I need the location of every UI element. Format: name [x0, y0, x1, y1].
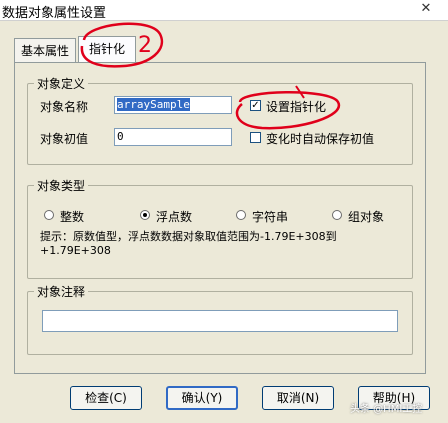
- object-comment-group: 对象注释: [27, 283, 413, 355]
- object-type-label: 对象类型: [34, 177, 89, 194]
- tab-panel: 对象定义 对象名称 arraySample 对象初值 0 ✓ 设置指针化 变化时…: [14, 62, 426, 374]
- object-init-label: 对象初值: [40, 132, 89, 146]
- watermark: 头条 @HMI工控: [350, 404, 423, 415]
- object-comment-label: 对象注释: [34, 283, 89, 300]
- confirm-button[interactable]: 确认(Y): [166, 386, 238, 410]
- dialog: 数据对象属性设置 ✕ 基本属性 指针化 对象定义 对象名称 arraySampl…: [0, 0, 448, 423]
- tab-basic-properties[interactable]: 基本属性: [14, 38, 76, 63]
- radio-float[interactable]: [140, 210, 150, 220]
- object-name-label: 对象名称: [40, 100, 89, 114]
- radio-group-object-label: 组对象: [348, 210, 385, 224]
- object-comment-field[interactable]: [42, 310, 398, 332]
- set-pointer-label: 设置指针化: [266, 100, 327, 114]
- radio-group-object[interactable]: [332, 210, 342, 220]
- auto-save-label: 变化时自动保存初值: [266, 132, 375, 146]
- object-definition-label: 对象定义: [34, 75, 89, 92]
- check-button[interactable]: 检查(C): [70, 386, 142, 410]
- object-init-field[interactable]: 0: [114, 128, 232, 146]
- title-bar: 数据对象属性设置 ✕: [0, 0, 448, 21]
- close-icon[interactable]: ✕: [404, 0, 448, 18]
- tab-pointer[interactable]: 指针化: [78, 36, 136, 63]
- object-name-field[interactable]: arraySample: [114, 96, 232, 114]
- window-title: 数据对象属性设置: [2, 6, 107, 21]
- type-hint: 提示：原数值型，浮点数数据对象取值范围为-1.79E+308到+1.79E+30…: [40, 230, 337, 257]
- radio-string-label: 字符串: [252, 210, 289, 224]
- auto-save-checkbox[interactable]: [250, 132, 261, 143]
- cancel-button[interactable]: 取消(N): [262, 386, 334, 410]
- radio-integer-label: 整数: [60, 210, 85, 224]
- object-type-group: 对象类型 整数 浮点数 字符串 组对象 提示：原数值型，浮点数数据对象取值范围为…: [27, 177, 413, 279]
- object-definition-group: 对象定义 对象名称 arraySample 对象初值 0 ✓ 设置指针化 变化时…: [27, 75, 413, 165]
- object-name-value: arraySample: [117, 98, 190, 111]
- radio-string[interactable]: [236, 210, 246, 220]
- radio-float-label: 浮点数: [156, 210, 193, 224]
- radio-integer[interactable]: [44, 210, 54, 220]
- set-pointer-checkbox[interactable]: ✓: [250, 100, 261, 111]
